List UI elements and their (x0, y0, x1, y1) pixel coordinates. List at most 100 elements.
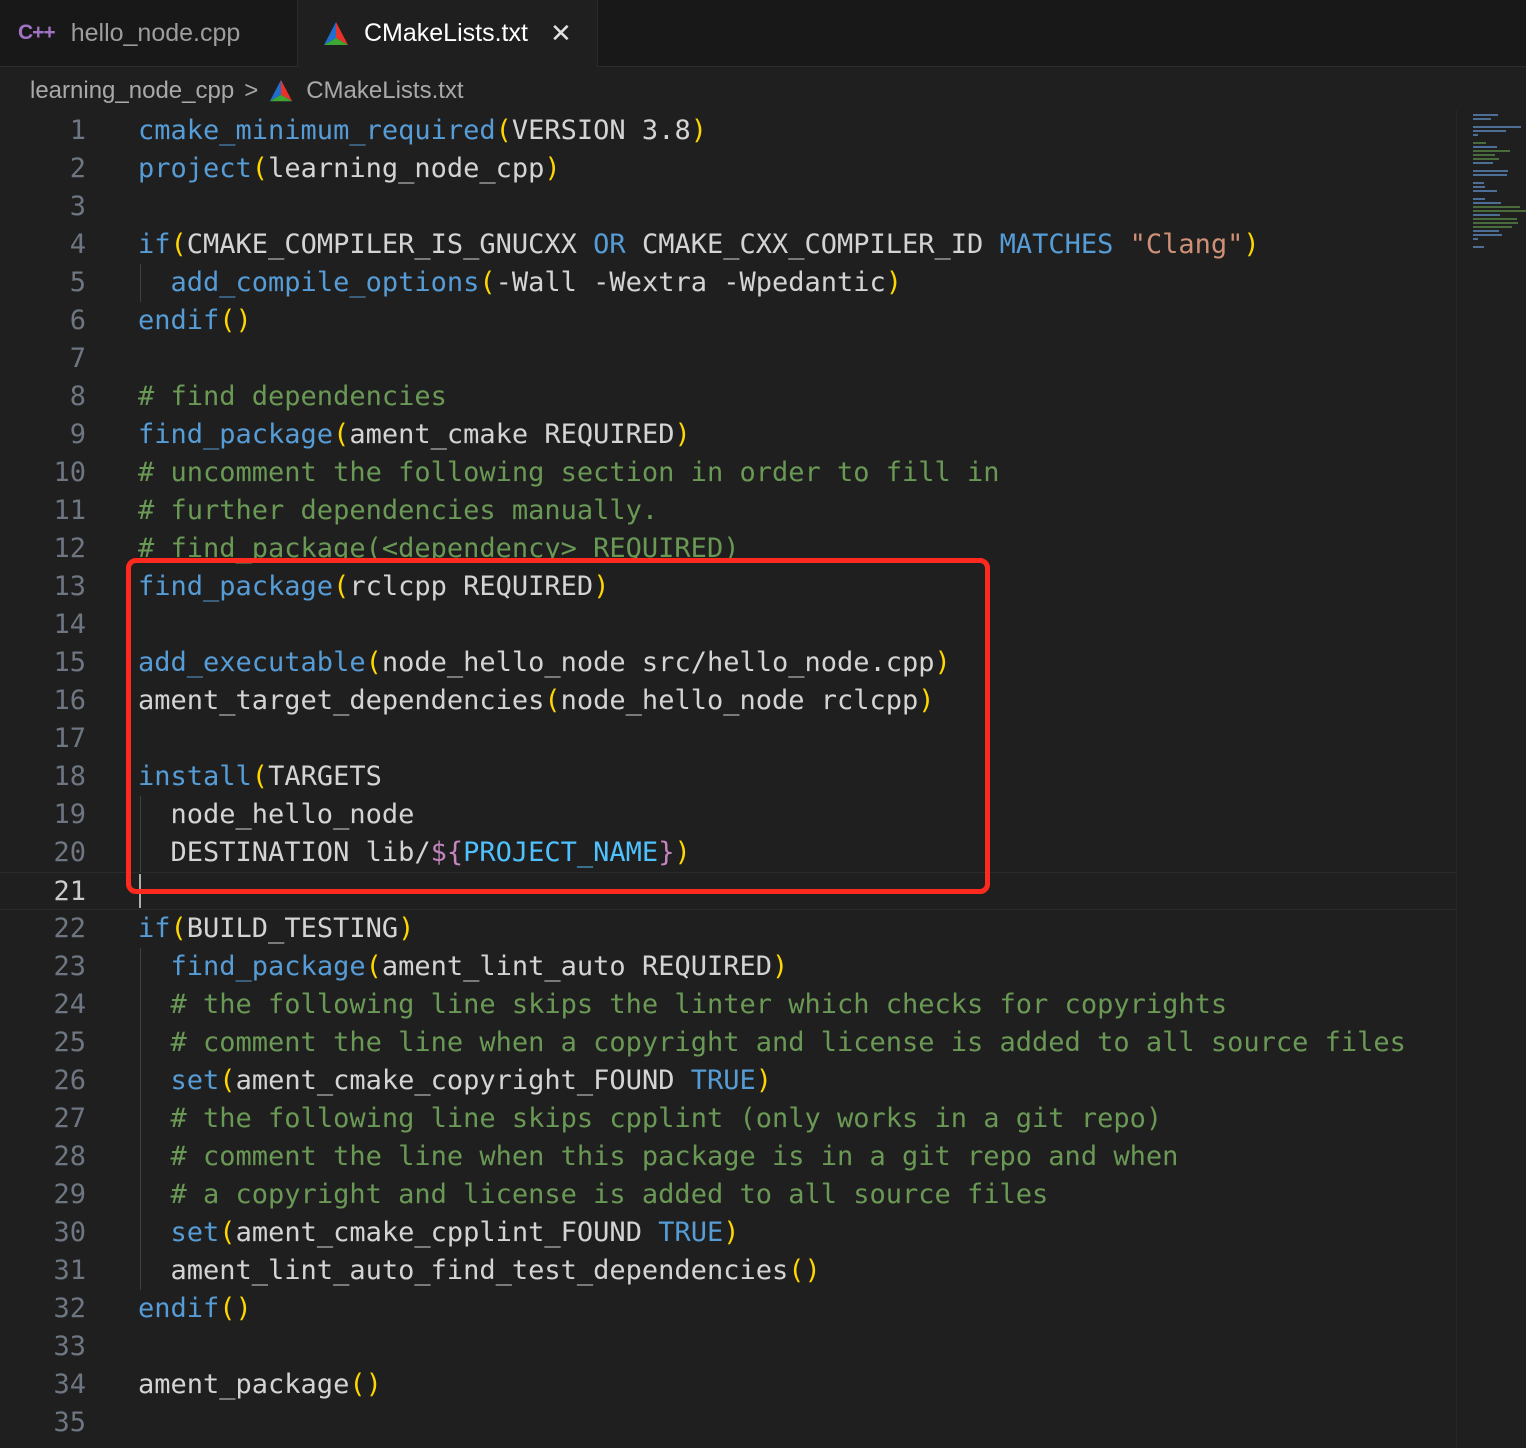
code-text: # find dependencies (138, 381, 447, 412)
code-text: cmake_minimum_required(VERSION 3.8) (138, 115, 707, 146)
code-line[interactable]: 6 endif() (0, 302, 1456, 340)
line-number: 21 (53, 876, 86, 907)
minimap-line (1473, 206, 1520, 208)
code-line[interactable]: 7 (0, 340, 1456, 378)
code-text: add_compile_options(-Wall -Wextra -Wpeda… (170, 267, 903, 298)
line-number: 25 (53, 1027, 86, 1058)
line-number: 20 (53, 837, 86, 868)
code-line[interactable]: 10 # uncomment the following section in o… (0, 454, 1456, 492)
code-line[interactable]: 24 # the following line skips the linter… (0, 986, 1456, 1024)
tab-bar: C++ hello_node.cpp CMakeLists.txt ✕ (0, 0, 1526, 67)
line-number: 7 (69, 343, 86, 374)
code-text: # comment the line when this package is … (170, 1141, 1179, 1172)
chevron-right-icon: > (244, 77, 259, 104)
line-number: 10 (53, 457, 86, 488)
code-line[interactable]: 22 if(BUILD_TESTING) (0, 910, 1456, 948)
tab-label: CMakeLists.txt (364, 19, 528, 47)
line-number: 33 (53, 1331, 86, 1362)
code-line[interactable]: 4 if(CMAKE_COMPILER_IS_GNUCXX OR CMAKE_CX… (0, 226, 1456, 264)
code-line[interactable]: 26 set(ament_cmake_copyright_FOUND TRUE) (0, 1062, 1456, 1100)
breadcrumb-file[interactable]: CMakeLists.txt (306, 77, 463, 105)
cpp-file-icon: C++ (18, 21, 56, 44)
tab-cmakelists[interactable]: CMakeLists.txt ✕ (298, 0, 598, 67)
minimap-line (1473, 234, 1503, 236)
code-text: set(ament_cmake_copyright_FOUND TRUE) (170, 1065, 773, 1096)
code-line[interactable]: 30 set(ament_cmake_cpplint_FOUND TRUE) (0, 1214, 1456, 1252)
minimap-line (1473, 126, 1522, 128)
line-number: 31 (53, 1255, 86, 1286)
code-line[interactable]: 8 # find dependencies (0, 378, 1456, 416)
code-text: find_package(ament_cmake REQUIRED) (138, 419, 691, 450)
minimap-line (1473, 198, 1485, 200)
minimap-line (1473, 222, 1518, 224)
tab-label: hello_node.cpp (70, 18, 241, 47)
code-line[interactable]: 27 # the following line skips cpplint (o… (0, 1100, 1456, 1138)
line-number: 27 (53, 1103, 86, 1134)
minimap-line (1473, 214, 1501, 216)
line-number: 11 (53, 495, 86, 526)
code-line[interactable]: 32 endif() (0, 1290, 1456, 1328)
minimap-line (1473, 246, 1484, 248)
line-number: 26 (53, 1065, 86, 1096)
line-number: 14 (53, 609, 86, 640)
code-line[interactable]: 35 (0, 1404, 1456, 1442)
code-line[interactable]: 33 (0, 1328, 1456, 1366)
minimap-line (1473, 238, 1478, 240)
line-number: 19 (53, 799, 86, 830)
code-line[interactable]: 3 (0, 188, 1456, 226)
breadcrumb-folder[interactable]: learning_node_cpp (30, 77, 234, 105)
line-number: 4 (69, 229, 86, 260)
minimap-line (1473, 134, 1478, 136)
code-text: if(BUILD_TESTING) (138, 913, 415, 944)
minimap-line (1473, 158, 1499, 160)
code-line[interactable]: 31 ament_lint_auto_find_test_dependencie… (0, 1252, 1456, 1290)
code-line[interactable]: 23 find_package(ament_lint_auto REQUIRED… (0, 948, 1456, 986)
minimap[interactable] (1456, 110, 1526, 1448)
code-line[interactable]: 28 # comment the line when this package … (0, 1138, 1456, 1176)
line-number: 2 (69, 153, 86, 184)
code-line[interactable]: 29 # a copyright and license is added to… (0, 1176, 1456, 1214)
code-line[interactable]: 11 # further dependencies manually. (0, 492, 1456, 530)
line-number: 23 (53, 951, 86, 982)
code-text: if(CMAKE_COMPILER_IS_GNUCXX OR CMAKE_CXX… (138, 229, 1260, 260)
code-line[interactable]: 2 project(learning_node_cpp) (0, 150, 1456, 188)
minimap-line (1473, 182, 1484, 184)
minimap-line (1473, 118, 1492, 120)
line-number: 1 (69, 115, 86, 146)
code-text: ament_lint_auto_find_test_dependencies() (138, 1255, 821, 1286)
code-line[interactable]: 9 find_package(ament_cmake REQUIRED) (0, 416, 1456, 454)
code-line[interactable]: 25 # comment the line when a copyright a… (0, 1024, 1456, 1062)
line-number: 29 (53, 1179, 86, 1210)
minimap-line (1473, 142, 1487, 144)
line-number: 5 (69, 267, 86, 298)
code-line[interactable]: 34 ament_package() (0, 1366, 1456, 1404)
code-line[interactable]: 1 cmake_minimum_required(VERSION 3.8) (0, 112, 1456, 150)
tab-hello-node-cpp[interactable]: C++ hello_node.cpp (0, 0, 298, 66)
line-number: 32 (53, 1293, 86, 1324)
minimap-line (1473, 146, 1497, 148)
indent-guide (140, 948, 141, 1290)
code-text: set(ament_cmake_cpplint_FOUND TRUE) (170, 1217, 740, 1248)
code-text: # the following line skips cpplint (only… (170, 1103, 1163, 1134)
indent-guide (140, 264, 141, 302)
code-text: find_package(ament_lint_auto REQUIRED) (170, 951, 789, 982)
code-text: # further dependencies manually. (138, 495, 659, 526)
line-number: 30 (53, 1217, 86, 1248)
line-number: 3 (69, 191, 86, 222)
line-number: 17 (53, 723, 86, 754)
code-text: # uncomment the following section in ord… (138, 457, 1000, 488)
minimap-line (1473, 162, 1494, 164)
line-number: 16 (53, 685, 86, 716)
line-number: 12 (53, 533, 86, 564)
close-icon[interactable]: ✕ (550, 18, 572, 49)
line-number: 28 (53, 1141, 86, 1172)
minimap-line (1473, 170, 1508, 172)
highlight-annotation (126, 558, 990, 894)
minimap-line (1473, 130, 1506, 132)
minimap-line (1473, 226, 1513, 228)
line-number: 6 (69, 305, 86, 336)
minimap-line (1473, 210, 1526, 212)
code-line[interactable]: 5 add_compile_options(-Wall -Wextra -Wpe… (0, 264, 1456, 302)
code-text: project(learning_node_cpp) (138, 153, 561, 184)
minimap-line (1473, 230, 1499, 232)
